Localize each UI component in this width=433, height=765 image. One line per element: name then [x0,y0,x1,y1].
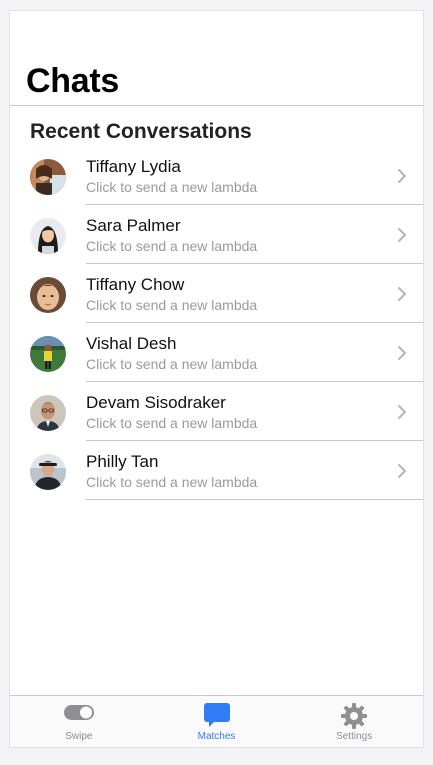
chevron-right-icon [398,228,406,242]
chat-row-devam-sisodraker[interactable]: Devam Sisodraker Click to send a new lam… [10,382,423,441]
chat-name: Tiffany Lydia [86,157,181,176]
page-title: Chats [26,62,119,100]
chevron-right-icon [398,169,406,183]
chat-row-vishal-desh[interactable]: Vishal Desh Click to send a new lambda [10,323,423,382]
avatar [30,395,66,431]
chat-row-tiffany-chow[interactable]: Tiffany Chow Click to send a new lambda [10,264,423,323]
chevron-right-icon [398,287,406,301]
row-divider [86,499,423,500]
chat-name: Vishal Desh [86,334,177,353]
title-divider [10,105,423,106]
tab-bar: Swipe Matches Settings [10,695,423,747]
avatar [30,159,66,195]
chat-name: Devam Sisodraker [86,393,226,412]
chevron-right-icon [398,405,406,419]
chat-preview: Click to send a new lambda [86,297,258,313]
toggle-icon [63,705,94,720]
tab-matches[interactable]: Matches [148,696,286,747]
avatar [30,454,66,490]
avatar [30,218,66,254]
chat-preview: Click to send a new lambda [86,238,258,254]
tab-label: Swipe [65,731,93,742]
tab-label: Settings [336,731,373,742]
gear-icon [341,703,368,729]
chat-bubble-icon [203,703,230,727]
chat-row-philly-tan[interactable]: Philly Tan Click to send a new lambda [10,441,423,500]
chat-row-tiffany-lydia[interactable]: Tiffany Lydia Click to send a new lambda [10,146,423,205]
tab-label: Matches [197,731,236,742]
tab-swipe[interactable]: Swipe [10,696,148,747]
chat-preview: Click to send a new lambda [86,415,258,431]
tab-settings[interactable]: Settings [285,696,423,747]
avatar [30,277,66,313]
chat-list: Tiffany Lydia Click to send a new lambda… [10,146,423,500]
app-window: Chats Recent Conversations Tiffany Lydia… [9,10,424,748]
chat-name: Tiffany Chow [86,275,185,294]
chat-preview: Click to send a new lambda [86,474,258,490]
chevron-right-icon [398,464,406,478]
avatar [30,336,66,372]
chat-preview: Click to send a new lambda [86,356,258,372]
chat-name: Philly Tan [86,452,159,471]
section-title: Recent Conversations [30,120,252,143]
chevron-right-icon [398,346,406,360]
chat-preview: Click to send a new lambda [86,179,258,195]
chat-row-sara-palmer[interactable]: Sara Palmer Click to send a new lambda [10,205,423,264]
chat-name: Sara Palmer [86,216,181,235]
